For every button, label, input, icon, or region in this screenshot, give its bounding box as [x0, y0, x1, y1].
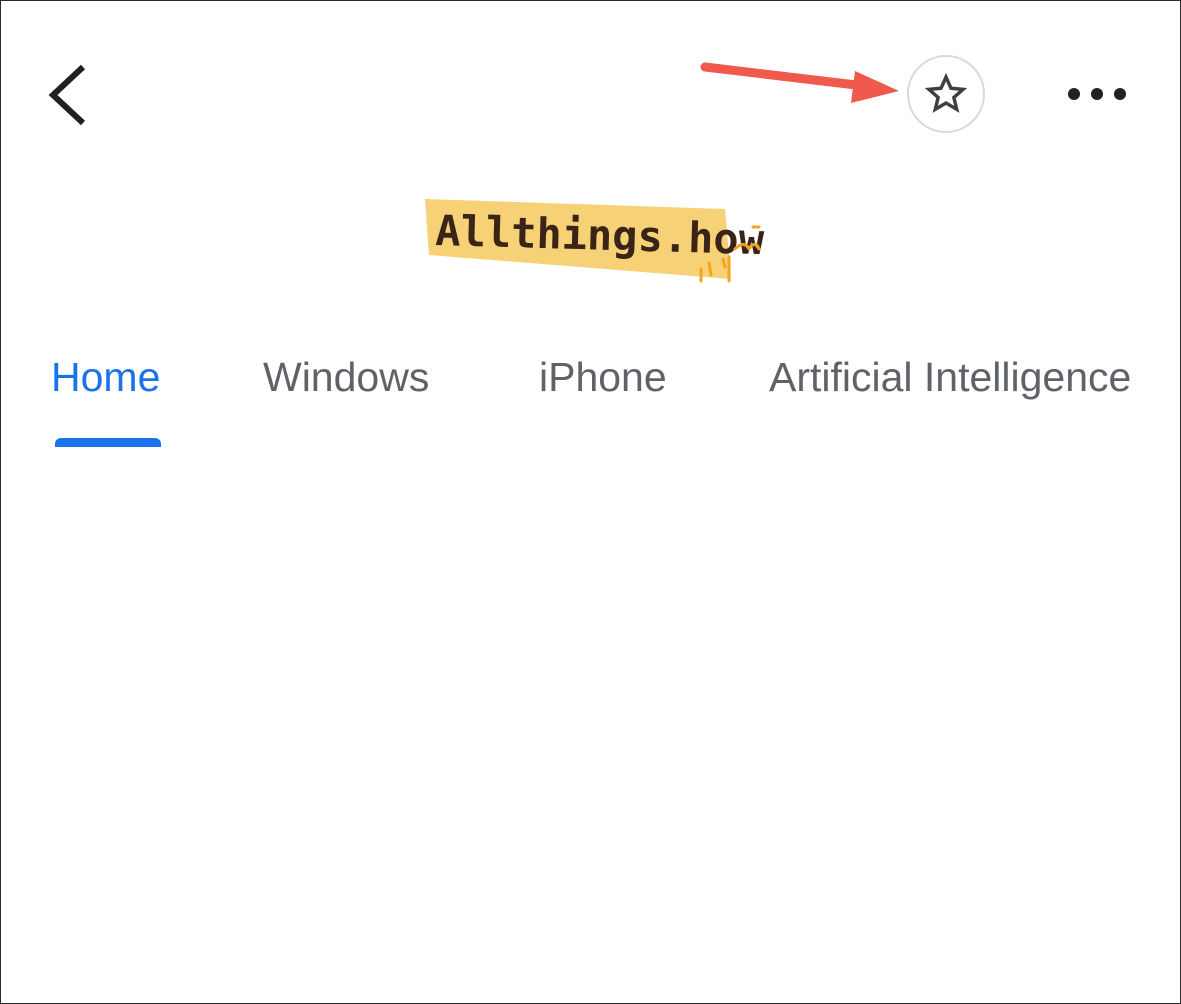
- section-tabs: Home Windows iPhone Artificial Intellige…: [1, 341, 1181, 451]
- tab-artificial-intelligence[interactable]: Artificial Intelligence: [769, 341, 1131, 413]
- logo-text: Allthings.how: [435, 206, 766, 264]
- back-button[interactable]: [37, 57, 101, 133]
- star-outline-icon: [924, 72, 968, 113]
- more-options-button[interactable]: [1059, 71, 1135, 117]
- tab-iphone[interactable]: iPhone: [539, 341, 667, 413]
- tab-home[interactable]: Home: [51, 341, 160, 413]
- annotation-arrow: [700, 62, 899, 103]
- tab-windows[interactable]: Windows: [263, 341, 429, 413]
- more-horizontal-icon: [1068, 88, 1126, 100]
- active-tab-indicator: [55, 438, 161, 447]
- site-logo: Allthings.how: [419, 193, 781, 289]
- chevron-left-icon: [48, 64, 86, 126]
- follow-star-button[interactable]: [907, 55, 985, 133]
- app-screen: Allthings.how Home Windows iPhone Artifi…: [0, 0, 1181, 1004]
